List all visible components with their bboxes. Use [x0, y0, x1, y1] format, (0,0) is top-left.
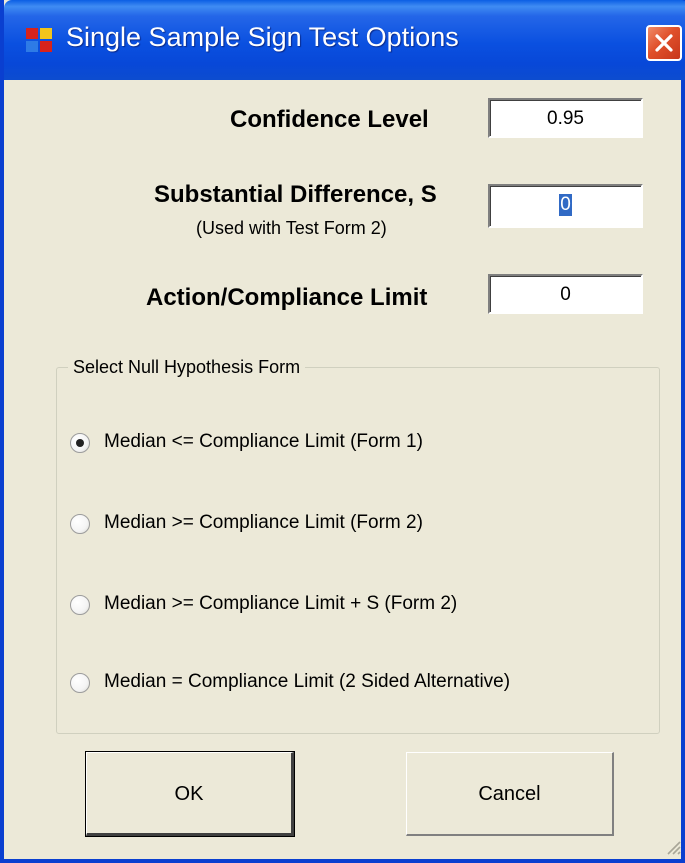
action-limit-label: Action/Compliance Limit	[146, 284, 428, 311]
radio-button[interactable]	[70, 433, 90, 453]
action-limit-value: 0	[560, 284, 571, 305]
substantial-difference-note: (Used with Test Form 2)	[196, 218, 387, 238]
null-hypothesis-legend: Select Null Hypothesis Form	[68, 357, 306, 378]
radio-button[interactable]	[70, 673, 90, 693]
radio-button[interactable]	[70, 595, 90, 615]
substantial-difference-label: Substantial Difference, S	[154, 181, 437, 208]
radio-button[interactable]	[70, 514, 90, 534]
radio-selected-dot	[76, 439, 84, 447]
title-bar[interactable]: Single Sample Sign Test Options	[4, 0, 685, 80]
cancel-button[interactable]: Cancel	[406, 752, 614, 836]
cancel-button-label: Cancel	[478, 783, 541, 805]
confidence-level-input[interactable]: 0.95	[488, 98, 643, 138]
action-limit-input[interactable]: 0	[488, 274, 643, 314]
substantial-difference-value: 0	[559, 194, 572, 216]
ok-button[interactable]: OK	[85, 751, 295, 837]
radio-label: Median <= Compliance Limit (Form 1)	[104, 431, 423, 452]
radio-label: Median = Compliance Limit (2 Sided Alter…	[104, 671, 511, 692]
confidence-level-label: Confidence Level	[230, 106, 429, 133]
close-icon	[655, 34, 673, 52]
radio-label: Median >= Compliance Limit + S (Form 2)	[104, 593, 458, 614]
window-title: Single Sample Sign Test Options	[66, 22, 459, 52]
close-button[interactable]	[646, 25, 682, 61]
dialog-window: Single Sample Sign Test Options Confiden…	[0, 0, 685, 863]
resize-grip-icon[interactable]	[664, 838, 682, 856]
substantial-difference-input[interactable]: 0	[488, 184, 643, 228]
app-icon	[26, 28, 54, 54]
radio-label: Median >= Compliance Limit (Form 2)	[104, 512, 423, 533]
ok-button-label: OK	[174, 783, 204, 805]
confidence-level-value: 0.95	[547, 108, 584, 129]
